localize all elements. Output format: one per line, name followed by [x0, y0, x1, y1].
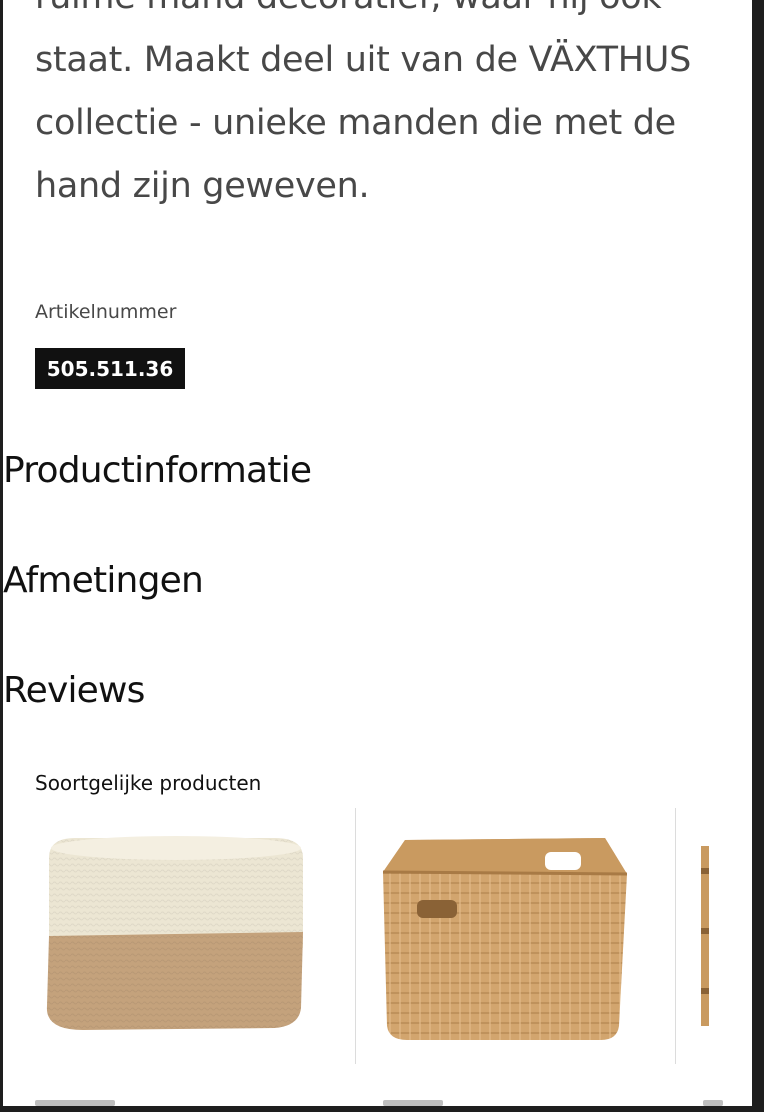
section-reviews[interactable]: Reviews	[3, 660, 752, 720]
card-divider	[675, 808, 676, 1064]
article-number-label: Artikelnummer	[35, 301, 177, 323]
rope-basket-image	[46, 836, 304, 1030]
card-divider	[355, 808, 356, 1064]
basket-image-partial	[701, 846, 709, 1026]
similar-product-card-2[interactable]	[375, 808, 667, 1064]
product-page: ruime mand decoratief, waar hij ook staa…	[3, 0, 752, 1106]
similar-products-title: Soortgelijke producten	[35, 771, 262, 795]
section-afmetingen[interactable]: Afmetingen	[3, 550, 752, 610]
similar-product-card-1[interactable]	[35, 808, 355, 1064]
article-number-badge: 505.511.36	[35, 348, 185, 389]
section-productinformatie[interactable]: Productinformatie	[3, 440, 752, 500]
wicker-basket-image	[382, 838, 628, 1040]
product-description: ruime mand decoratief, waar hij ook staa…	[35, 0, 692, 206]
similar-product-card-3[interactable]	[701, 808, 711, 1064]
next-row-peek	[3, 1100, 752, 1106]
